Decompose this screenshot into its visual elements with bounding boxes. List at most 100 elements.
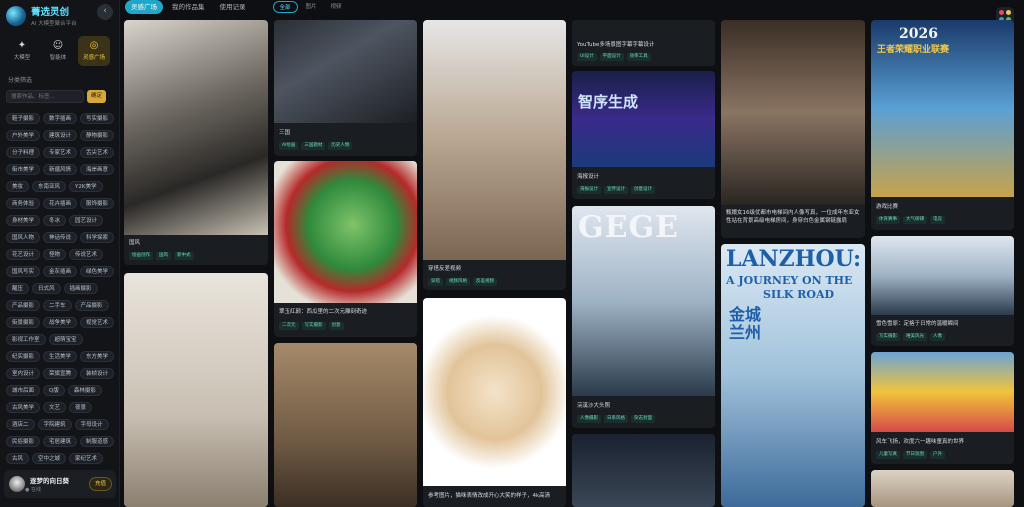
gallery-card[interactable]	[274, 343, 417, 507]
gallery-card[interactable]: 智序生成 海报设计 海报设计 宣传设计 创意设计	[572, 71, 715, 199]
category-tag[interactable]: 街景摄影	[6, 317, 41, 328]
card-tag[interactable]: 创意设计	[631, 186, 655, 194]
card-tag[interactable]: 人像	[930, 333, 945, 341]
category-tag[interactable]: 新疆风情	[43, 164, 78, 175]
card-tag[interactable]: 人像摄影	[577, 415, 601, 423]
card-tag[interactable]: 写实摄影	[876, 333, 900, 341]
collapse-sidebar-button[interactable]: ‹	[97, 4, 113, 20]
gallery-card[interactable]: LANZHOU: A JOURNEY ON THE SILK ROAD 金城兰州	[721, 244, 865, 507]
card-tag[interactable]: UI设计	[577, 53, 597, 61]
gallery-card[interactable]: 参考图片，猫咪表情改成开心大笑的样子，4k高清	[423, 298, 566, 507]
category-tag[interactable]: 冬冰	[43, 215, 67, 226]
filter-tab-all[interactable]: 全部	[272, 1, 298, 13]
category-tag[interactable]: 国风写实	[6, 266, 41, 277]
card-tag[interactable]: 电竞	[930, 216, 945, 224]
category-tag[interactable]: 商务体验	[6, 198, 41, 209]
category-tag[interactable]: 二手车	[43, 300, 72, 311]
category-tag[interactable]: 日式风	[32, 283, 61, 294]
category-tag[interactable]: 美妆	[6, 181, 30, 192]
category-tag[interactable]: 民俗摄影	[6, 436, 41, 447]
category-tag[interactable]: 装帧设计	[80, 368, 115, 379]
gallery-card[interactable]: 穿搭反差视频 穿搭 视频风格 反差视频	[423, 20, 566, 290]
category-tag[interactable]: 产品摄影	[74, 300, 109, 311]
category-tag[interactable]: 园艺设计	[69, 215, 104, 226]
category-tag[interactable]: 家纪艺术	[69, 453, 104, 464]
category-tag[interactable]: 静物摄影	[80, 130, 115, 141]
nav-item-inspiration[interactable]: ◎ 灵感广场	[78, 36, 110, 66]
card-tag[interactable]: 日系风格	[604, 415, 628, 423]
category-tag[interactable]: 户外美学	[6, 130, 41, 141]
gallery-card[interactable]: 雪色雪原：定格于日常的温暖瞬间 写实摄影 唯美风光 人像	[871, 236, 1014, 346]
category-tag[interactable]: 制服道感	[80, 436, 115, 447]
category-tag[interactable]: 海岸画意	[80, 164, 115, 175]
category-tag[interactable]: 科学探索	[80, 232, 115, 243]
category-tag[interactable]: 服饰摄影	[80, 198, 115, 209]
gallery-card[interactable]: 2026 王者荣耀职业联赛 游戏比赛 体育赛事 大气磅礴 电竞	[871, 20, 1014, 230]
card-tag[interactable]: 三国题材	[301, 142, 326, 150]
card-tag[interactable]: 海报设计	[577, 186, 601, 194]
category-tag[interactable]: 神话传说	[43, 232, 78, 243]
category-tag[interactable]: 战争美学	[43, 317, 78, 328]
brand[interactable]: 菁选灵创 AI 大模型聚合平台	[6, 4, 77, 27]
gallery-card[interactable]	[572, 434, 715, 507]
recharge-button[interactable]: 充值	[88, 477, 112, 491]
category-tag[interactable]: 超萌宝宝	[48, 334, 83, 345]
category-tag[interactable]: 怪物	[43, 249, 67, 260]
category-tag[interactable]: 花卉插画	[43, 198, 78, 209]
category-tag[interactable]: 舌尖艺术	[80, 147, 115, 158]
card-tag[interactable]: 历史人物	[328, 142, 353, 150]
category-tag[interactable]: 荣旗宣腾	[43, 368, 78, 379]
category-tag[interactable]: 鞋子摄影	[6, 113, 41, 124]
gallery-card[interactable]: 甄嬛女16级优都市电梯间内人像写真，一位成年东亚女性站在背景高级电梯房间，身穿白…	[721, 20, 865, 238]
gallery-card[interactable]: 风车飞扬，欢度六一趣味童真的世界 儿童写真 节日氛围 户外	[871, 352, 1014, 464]
card-tag[interactable]: 大气磅礴	[903, 216, 927, 224]
category-tag[interactable]: 写实摄影	[80, 113, 115, 124]
card-tag[interactable]: 节日氛围	[903, 451, 927, 459]
category-tag[interactable]: 影视工作室	[6, 334, 46, 345]
gallery-card[interactable]: GEGE 浣溪沙大头照 人像摄影 日系风格 杂志封面	[572, 206, 715, 428]
card-tag[interactable]: AI绘画	[279, 142, 299, 150]
category-tag[interactable]: 空中之城	[32, 453, 67, 464]
category-tag[interactable]: 插画摄影	[63, 283, 98, 294]
category-tag[interactable]: 东方美学	[80, 351, 115, 362]
user-panel[interactable]: 逐梦的向日葵 ● 在线 充值	[4, 470, 116, 498]
category-tag[interactable]: 花艺设计	[6, 249, 41, 260]
category-tag[interactable]: 字母设计	[74, 419, 109, 430]
category-tag[interactable]: 建筑设计	[43, 130, 78, 141]
gallery-card[interactable]	[124, 273, 268, 507]
card-tag[interactable]: 二次元	[279, 322, 299, 330]
category-tag[interactable]: 夜景	[69, 402, 93, 413]
card-tag[interactable]: 国风	[156, 252, 171, 260]
nav-item-models[interactable]: ✦ 大模型	[6, 36, 38, 66]
category-tag[interactable]: 酒店二	[6, 419, 35, 430]
card-tag[interactable]: 效率工具	[626, 53, 651, 61]
card-tag[interactable]: 创意	[328, 322, 344, 330]
card-tag[interactable]: 平面设计	[599, 53, 624, 61]
category-tag[interactable]: 专家艺术	[43, 147, 78, 158]
card-tag[interactable]: 宣传设计	[604, 186, 628, 194]
category-tag[interactable]: 分子料理	[6, 147, 41, 158]
card-tag[interactable]: 穿搭	[428, 278, 443, 286]
filter-tab-images[interactable]: 图片	[300, 1, 323, 13]
card-tag[interactable]: 反差视频	[473, 278, 497, 286]
category-tag[interactable]: 金灰插画	[43, 266, 78, 277]
category-tag[interactable]: 纪实摄影	[6, 351, 41, 362]
tab-my-works[interactable]: 我的作品集	[166, 0, 211, 14]
nav-item-agents[interactable]: ☺ 智能体	[42, 36, 74, 66]
card-tag[interactable]: 儿童写真	[876, 451, 900, 459]
card-tag[interactable]: 视频风格	[446, 278, 470, 286]
category-tag[interactable]: 古风美学	[6, 402, 41, 413]
category-tag[interactable]: 视觉艺术	[80, 317, 115, 328]
category-tag[interactable]: 字院建筑	[37, 419, 72, 430]
category-tag[interactable]: 身材美学	[6, 215, 41, 226]
card-tag[interactable]: 户外	[930, 451, 945, 459]
category-tag[interactable]: 城市后面	[6, 385, 41, 396]
gallery-card[interactable]: YouTube多场景图字幕字幕设计 UI设计 平面设计 效率工具	[572, 20, 715, 66]
card-tag[interactable]: 写实摄影	[301, 322, 326, 330]
filter-search-input[interactable]	[6, 90, 84, 103]
category-tag[interactable]: 室内设计	[6, 368, 41, 379]
card-tag[interactable]: 绘画创作	[129, 252, 153, 260]
category-tag[interactable]: 产品摄影	[6, 300, 41, 311]
category-tag[interactable]: 文艺	[43, 402, 67, 413]
category-tag[interactable]: 古风	[6, 453, 30, 464]
